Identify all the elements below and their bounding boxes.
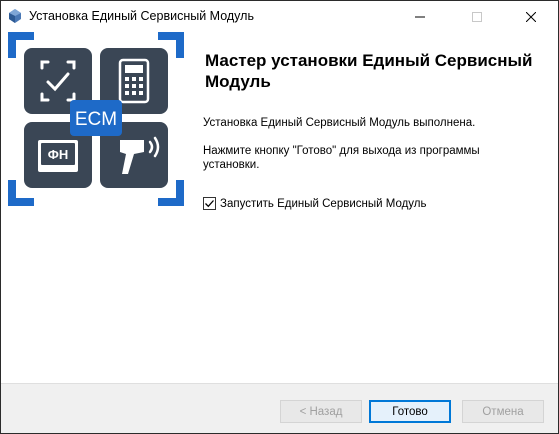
minimize-button[interactable] — [397, 1, 443, 32]
close-button[interactable] — [508, 1, 554, 32]
instruction-text: Нажмите кнопку "Готово" для выхода из пр… — [203, 145, 480, 171]
ecm-logo: ФН ECM — [8, 32, 184, 206]
cancel-button[interactable]: Отмена — [462, 400, 544, 423]
launch-option[interactable]: Запустить Единый Сервисный Модуль — [203, 197, 427, 210]
button-bar: < Назад Готово Отмена — [1, 383, 558, 433]
installer-window: Установка Единый Сервисный Модуль ФН ECM… — [0, 0, 559, 434]
wizard-heading: Мастер установки Единый Сервисный Модуль — [205, 51, 533, 91]
window-title: Установка Единый Сервисный Модуль — [29, 9, 254, 23]
fiscal-drive-icon: ФН — [38, 140, 78, 172]
fn-label: ФН — [48, 147, 68, 162]
minimize-icon — [415, 16, 425, 17]
back-button[interactable]: < Назад — [280, 400, 362, 423]
finish-button[interactable]: Готово — [369, 400, 451, 423]
wizard-content: ФН ECM Мастер установки Единый Сервисный… — [1, 32, 558, 383]
status-text: Установка Единый Сервисный Модуль выполн… — [203, 117, 476, 129]
maximize-button[interactable] — [454, 1, 500, 32]
checkmark-icon — [205, 200, 214, 208]
launch-checkbox[interactable] — [203, 197, 216, 210]
close-icon — [526, 11, 536, 22]
installer-app-icon — [9, 9, 21, 23]
launch-checkbox-label[interactable]: Запустить Единый Сервисный Модуль — [220, 198, 427, 210]
ecm-badge-text: ECM — [75, 109, 117, 130]
title-bar[interactable]: Установка Единый Сервисный Модуль — [1, 1, 558, 32]
maximize-icon — [472, 11, 482, 22]
